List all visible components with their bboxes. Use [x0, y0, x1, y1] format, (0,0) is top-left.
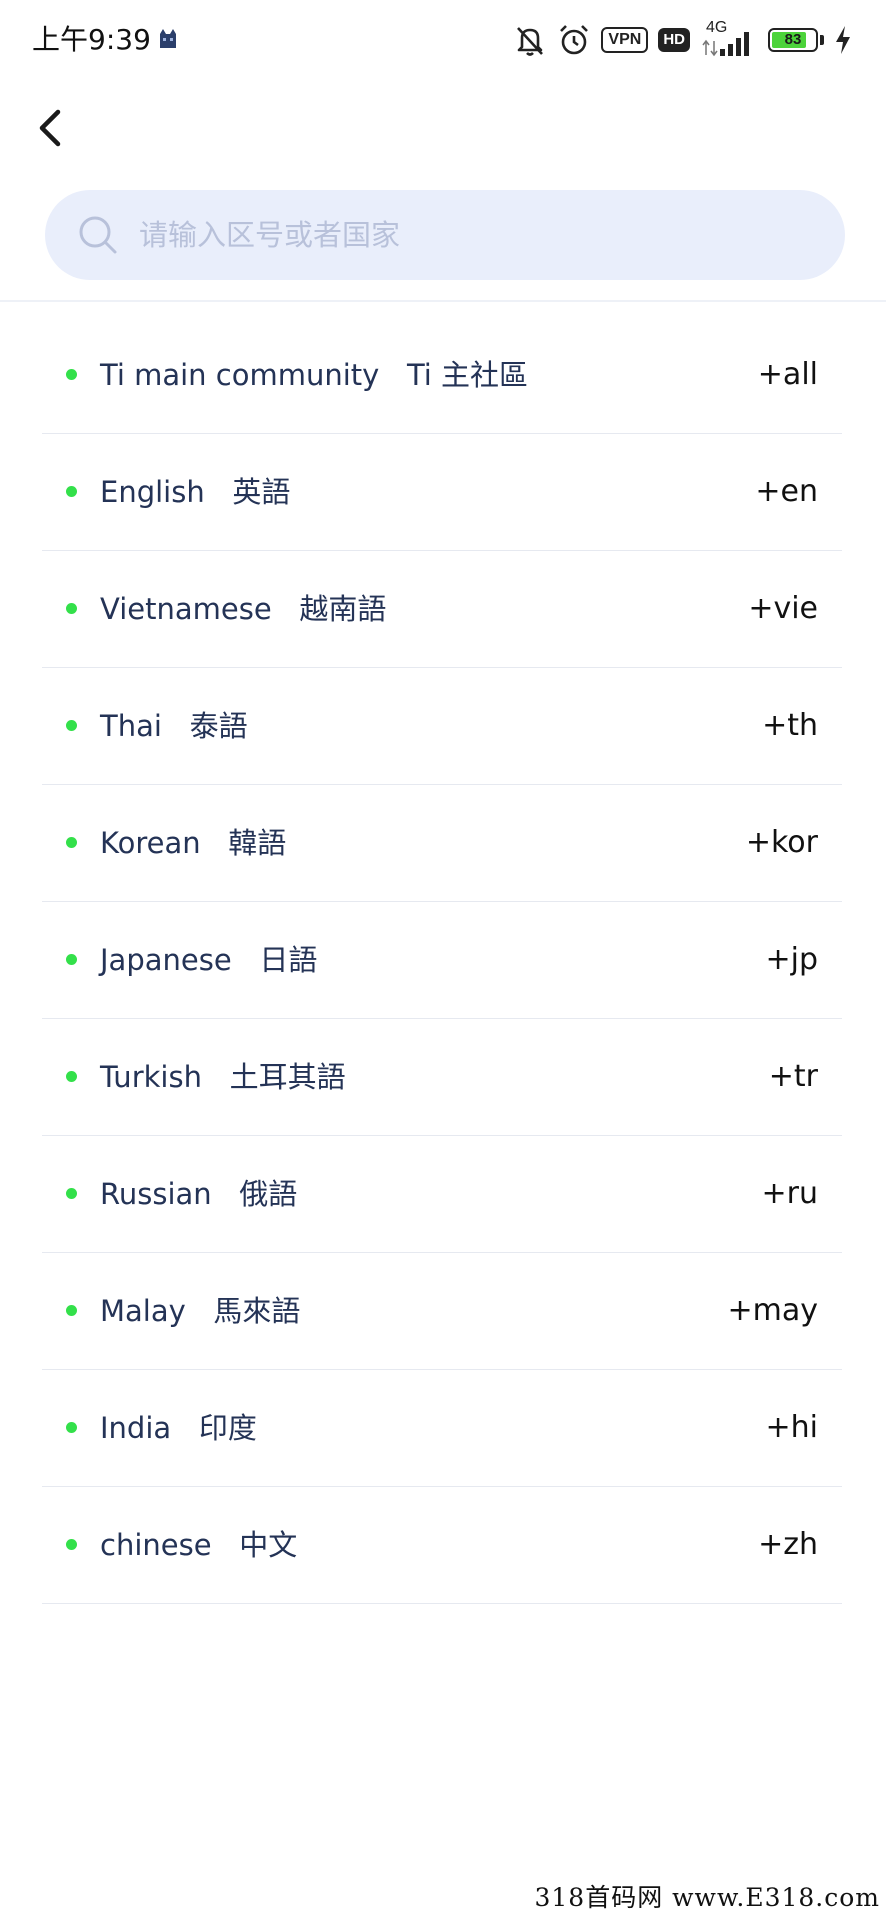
status-dot — [66, 486, 77, 497]
watermark: 318首码网 www.E318.com — [534, 1883, 880, 1912]
back-button[interactable] — [30, 100, 74, 156]
cat-icon — [160, 29, 176, 48]
language-code: +kor — [745, 825, 818, 860]
language-name: India 印度 — [100, 1411, 257, 1445]
list-item[interactable]: Vietnamese 越南語 +vie — [42, 551, 842, 668]
battery-cap — [820, 35, 824, 45]
status-dot — [66, 1071, 77, 1082]
language-code: +vie — [748, 591, 818, 626]
list-item[interactable]: Malay 馬來語 +may — [42, 1253, 842, 1370]
language-code: +ru — [761, 1176, 818, 1211]
list-item[interactable]: India 印度 +hi — [42, 1370, 842, 1487]
status-dot — [66, 954, 77, 965]
list-item[interactable]: Korean 韓語 +kor — [42, 785, 842, 902]
vpn-icon: VPN — [601, 27, 649, 53]
status-dot — [66, 1539, 77, 1550]
language-name: Thai 泰語 — [100, 709, 248, 743]
status-dot — [66, 369, 77, 380]
alarm-icon — [560, 25, 589, 55]
language-name: Russian 俄語 — [100, 1177, 298, 1211]
bell-muted-icon — [517, 27, 544, 56]
signal-icon: 4G — [700, 19, 758, 57]
list-item[interactable]: Ti main community Ti 主社區 +all — [42, 317, 842, 434]
status-dot — [66, 1305, 77, 1316]
language-code: +en — [755, 474, 818, 509]
list-item[interactable]: English 英語 +en — [42, 434, 842, 551]
language-code: +may — [727, 1293, 819, 1328]
list-item[interactable]: Thai 泰語 +th — [42, 668, 842, 785]
status-bar: 上午9:39 VPN HD 4G 83 — [0, 0, 886, 80]
language-code: +tr — [768, 1059, 818, 1094]
status-dot — [66, 1188, 77, 1199]
hd-icon: HD — [658, 28, 690, 52]
language-code: +all — [757, 357, 818, 392]
language-name: Korean 韓語 — [100, 826, 287, 860]
language-name: Malay 馬來語 — [100, 1294, 301, 1328]
status-dot — [66, 603, 77, 614]
language-code: +th — [762, 708, 818, 743]
battery-level: 83 — [784, 31, 802, 48]
language-name: Turkish 土耳其語 — [100, 1060, 346, 1094]
status-time: 上午9:39 — [32, 23, 151, 56]
language-list: Ti main community Ti 主社區 +all English 英語… — [42, 317, 842, 1604]
language-code: +jp — [765, 942, 818, 977]
list-item[interactable]: Japanese 日語 +jp — [42, 902, 842, 1019]
language-name: Japanese 日語 — [100, 943, 318, 977]
language-name: Vietnamese 越南語 — [100, 592, 387, 626]
status-dot — [66, 720, 77, 731]
list-item[interactable]: Turkish 土耳其語 +tr — [42, 1019, 842, 1136]
language-code: +zh — [758, 1527, 818, 1562]
search-input[interactable] — [133, 190, 813, 280]
list-item[interactable]: Russian 俄語 +ru — [42, 1136, 842, 1253]
language-code: +hi — [765, 1410, 819, 1445]
search-bar[interactable] — [45, 190, 845, 280]
charging-icon — [836, 26, 850, 54]
language-name: chinese 中文 — [100, 1528, 298, 1562]
language-name: English 英語 — [100, 475, 291, 509]
search-icon — [79, 216, 117, 254]
status-dot — [66, 837, 77, 848]
status-dot — [66, 1422, 77, 1433]
header-divider — [0, 300, 886, 302]
list-item[interactable]: chinese 中文 +zh — [42, 1487, 842, 1604]
status-icons: VPN HD 4G 83 — [513, 19, 852, 58]
chevron-left-icon — [39, 109, 61, 147]
battery-icon: 83 — [768, 28, 818, 52]
language-name: Ti main community Ti 主社區 — [100, 358, 529, 392]
